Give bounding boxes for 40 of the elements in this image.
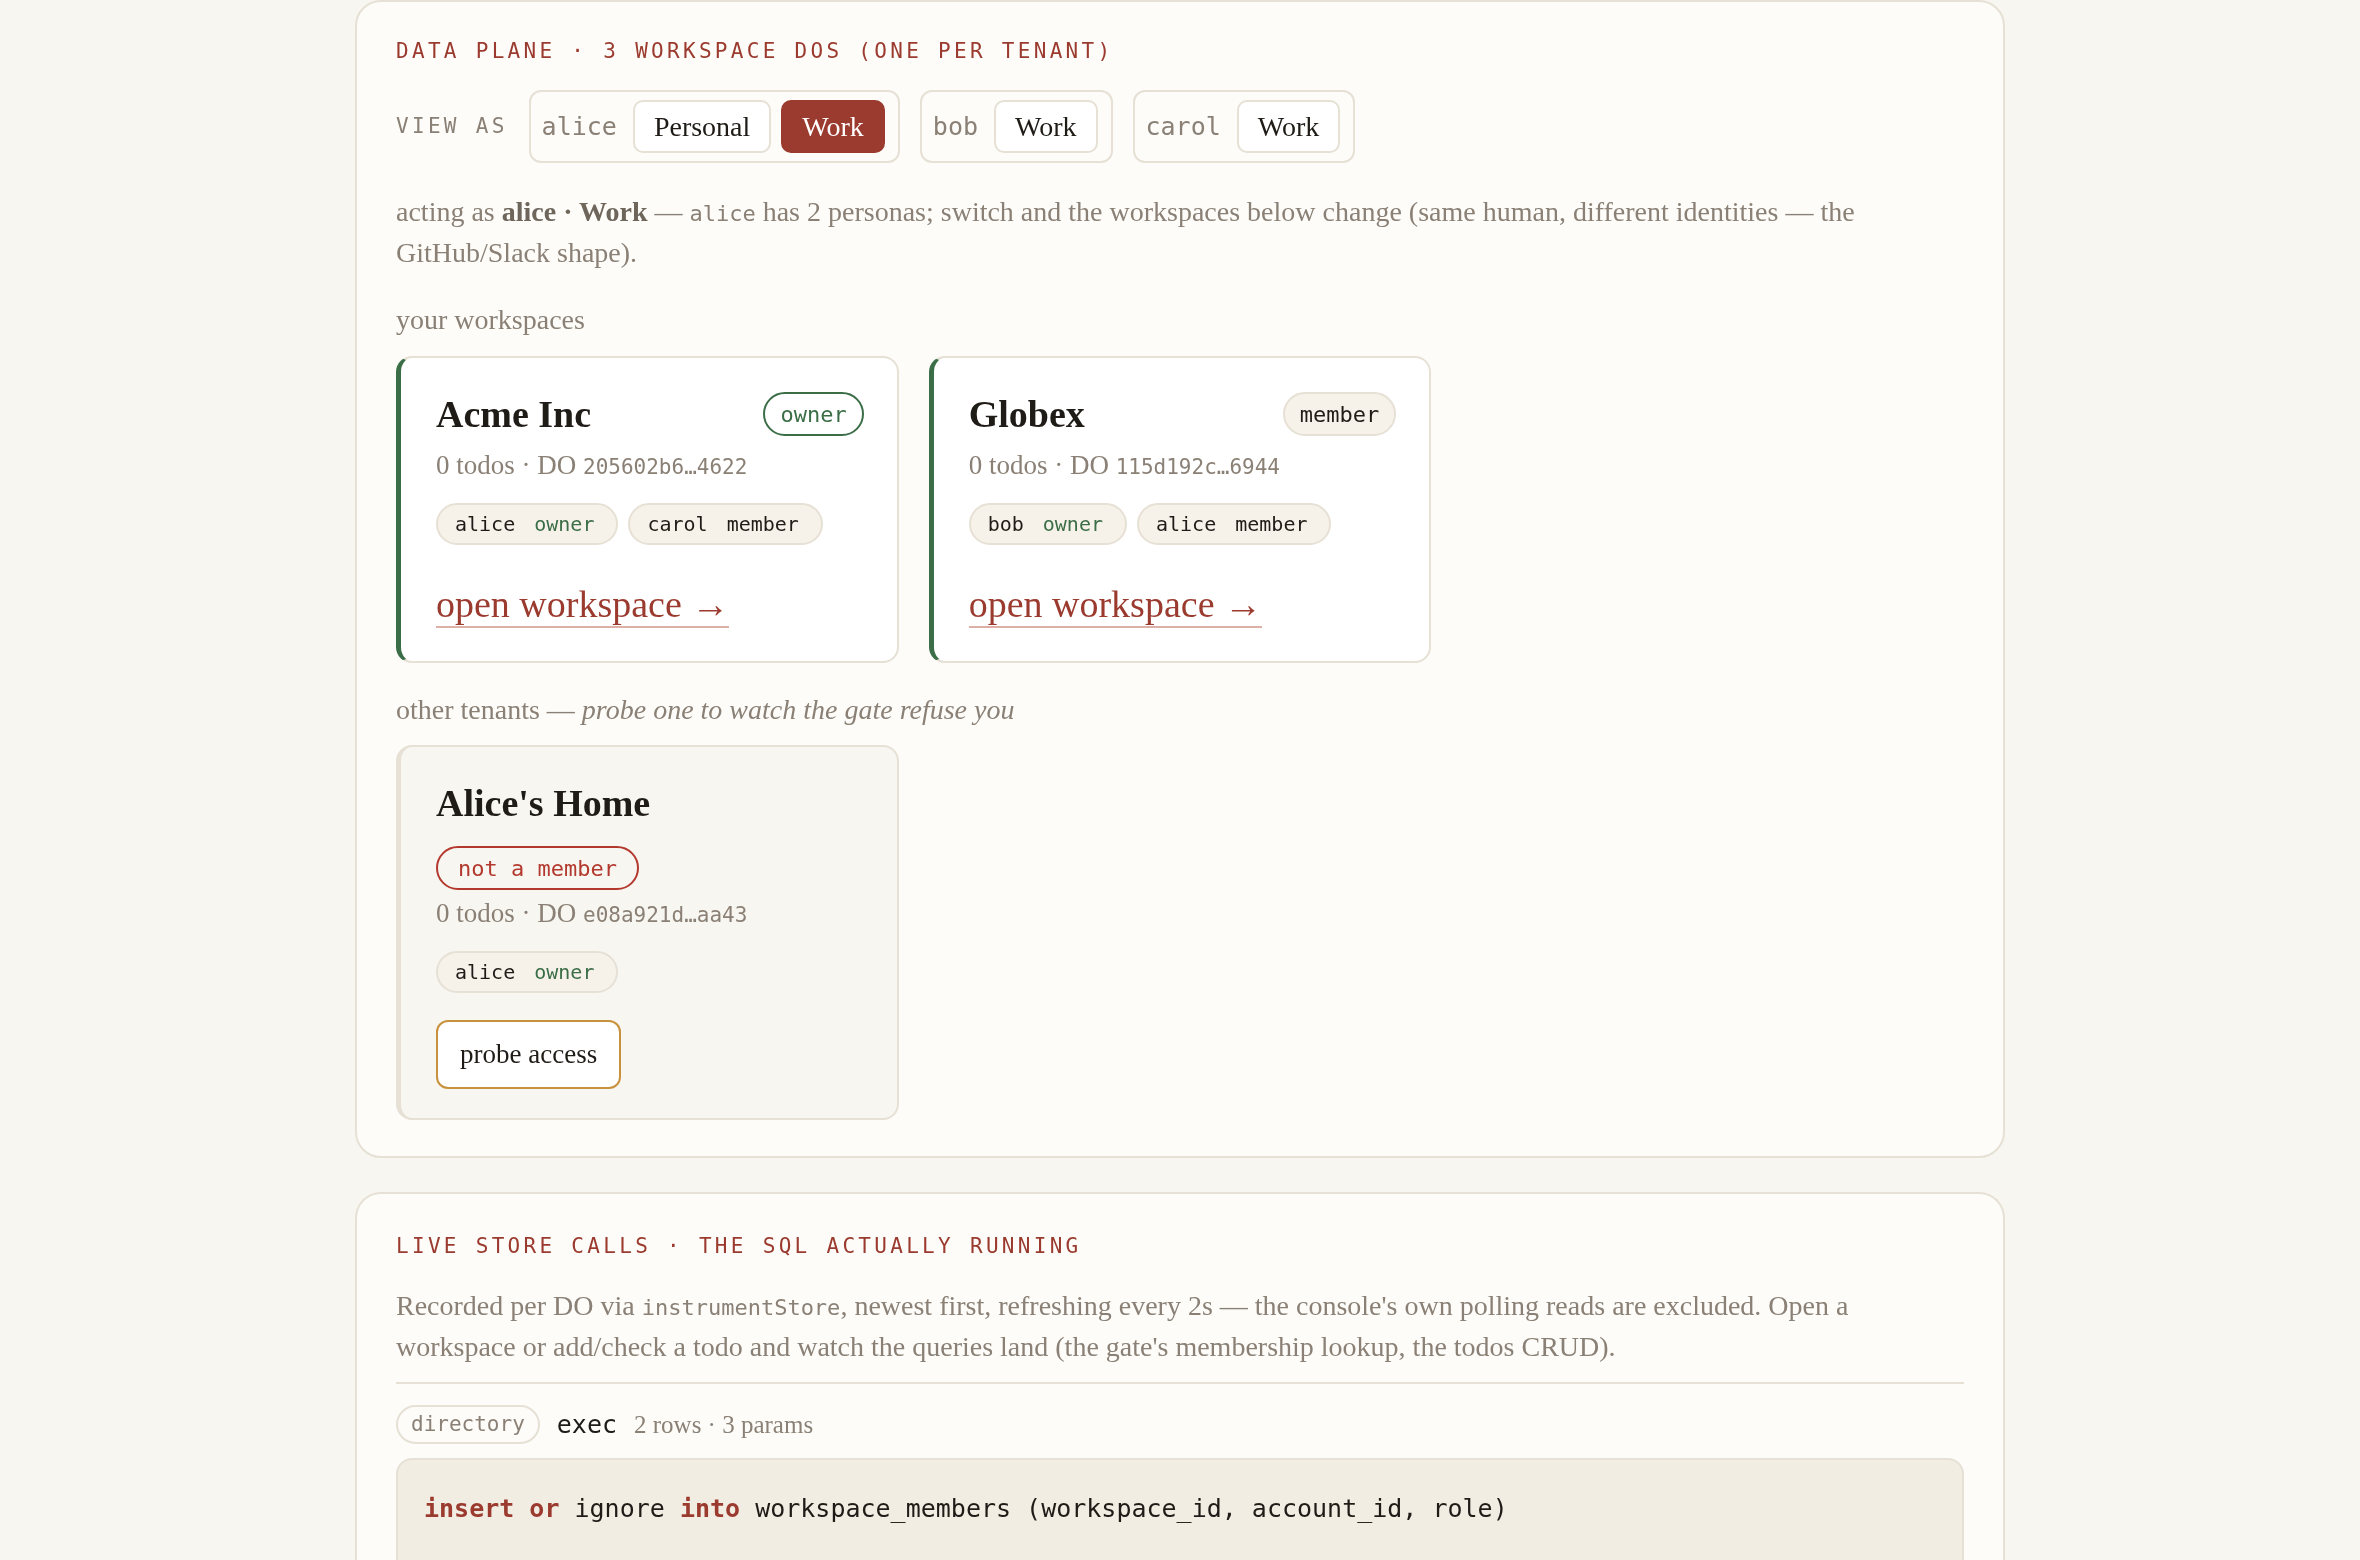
store-note: Recorded per DO via instrumentStore, newest first, refreshing every 2s — the console's own polling reads are excluded. Open a workspace or add/check a todo and watch the queries land (the gate's membership lookup, the todos CRUD). xyxy=(396,1289,1850,1364)
workspace-title: Alice's Home xyxy=(436,781,651,825)
account-name: carol xyxy=(1145,110,1221,143)
section-label: your workspaces xyxy=(396,303,586,337)
call-summary: 2 rows · 3 params xyxy=(634,1409,814,1440)
role-badge: owner xyxy=(763,392,864,436)
sql-statement: insert or ignore into workspace_members (workspace_id, account_id, role) xyxy=(424,1494,1508,1524)
section-label: other tenants — probe one to watch the gate refuse you xyxy=(396,693,1016,727)
view-as-label: VIEW AS xyxy=(396,112,508,140)
persona-button[interactable]: Work xyxy=(781,100,885,153)
workspace-meta: 0 todos · DO 115d192c…6944 xyxy=(968,449,1281,482)
open-workspace-link[interactable]: open workspace → xyxy=(968,582,1262,628)
workspace-meta: 0 todos · DO e08a921d…aa43 xyxy=(436,897,748,930)
open-workspace-link[interactable]: open workspace → xyxy=(436,582,730,628)
acting-note: acting as alice · Work — alice has 2 personas; switch and the workspaces below change (same human, different identities — the GitHub/Slack shape). xyxy=(396,195,1856,270)
account-name: bob xyxy=(932,110,978,143)
member-role: owner xyxy=(534,511,595,538)
member-name: alice xyxy=(1156,511,1217,538)
member-role: owner xyxy=(1042,511,1103,538)
operation-name: exec xyxy=(556,1408,617,1441)
persona-button[interactable]: Work xyxy=(994,100,1098,153)
section-heading: DATA PLANE · 3 WORKSPACE DOS (ONE PER TENANT) xyxy=(396,38,1115,65)
persona-button[interactable]: Personal xyxy=(632,100,772,153)
member-name: alice xyxy=(455,959,516,986)
workspace-title: Globex xyxy=(968,392,1085,436)
member-name: bob xyxy=(987,511,1024,538)
persona-button[interactable]: Work xyxy=(1236,100,1341,153)
workspace-title: Acme Inc xyxy=(436,392,592,436)
account-name: alice xyxy=(541,110,617,143)
probe-access-button[interactable]: probe access xyxy=(436,1020,622,1089)
status-badge: not a member xyxy=(436,846,639,890)
member-role: member xyxy=(726,511,799,538)
member-name: carol xyxy=(647,511,708,538)
member-role: member xyxy=(1235,511,1308,538)
role-badge: member xyxy=(1282,392,1397,436)
section-heading: LIVE STORE CALLS · THE SQL ACTUALLY RUNNING xyxy=(396,1233,1083,1260)
member-name: alice xyxy=(455,511,516,538)
store-tag: directory xyxy=(396,1405,540,1444)
member-role: owner xyxy=(534,959,595,986)
workspace-meta: 0 todos · DO 205602b6…4622 xyxy=(436,449,748,482)
